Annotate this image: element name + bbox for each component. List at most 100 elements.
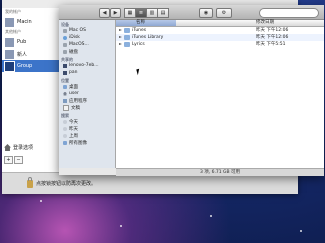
other-users-header: 其他帐户 (5, 29, 21, 34)
sidebar-item-label: user (69, 91, 79, 96)
sidebar-item-shared[interactable]: lenovo-7eb... (59, 62, 115, 69)
finder-sidebar: 设备 Mac OS iDisk MacOS... 磁盘 共享的 lenovo-7… (59, 20, 116, 168)
folder-icon (124, 35, 130, 40)
account-picture (4, 36, 15, 48)
account-picture (4, 48, 15, 60)
star (120, 225, 122, 227)
home-icon (63, 91, 67, 96)
account-name: 新人 (17, 51, 28, 58)
documents-icon (63, 104, 69, 111)
sidebar-item-label: 所有图像 (69, 140, 87, 146)
remove-account-button[interactable]: − (14, 156, 23, 164)
clock-icon (63, 133, 67, 138)
sidebar-item-search[interactable]: 今天 (59, 118, 115, 125)
devices-header: 设备 (61, 22, 69, 27)
sidebar-item-label: 应用程序 (69, 98, 87, 104)
sidebar-item-shared[interactable]: pan (59, 69, 115, 76)
shared-header: 共享的 (61, 57, 73, 62)
star (40, 200, 42, 202)
back-button[interactable]: ◀ (99, 8, 110, 18)
account-name: Group (17, 63, 33, 69)
login-options-item[interactable]: 登录选项 (4, 144, 33, 151)
disk-icon (63, 49, 67, 54)
applications-icon (63, 98, 67, 103)
file-modified: 昨天 下午5:51 (256, 42, 286, 47)
lock-icon[interactable] (27, 176, 33, 188)
computer-icon (63, 70, 67, 75)
account-row[interactable]: Pub (2, 36, 60, 48)
file-list: 名称 修改日期 iTunes 昨天 下午12:06 iTunes Library… (116, 20, 324, 168)
sidebar-item-label: MacOS... (69, 42, 89, 47)
name-column-sorted[interactable] (116, 20, 176, 26)
account-row[interactable]: Macin (2, 16, 60, 28)
folder-icon (124, 28, 130, 33)
sidebar-item-device[interactable]: 磁盘 (59, 48, 115, 55)
folder-icon (124, 42, 130, 47)
sidebar-item-label: 昨天 (69, 126, 78, 132)
disclosure-triangle-icon[interactable] (119, 36, 122, 38)
smart-folder-icon (63, 140, 67, 145)
file-browser-dialog: ◀ ▶ ▦ ≡ ▥ ▤ ◉ ⚙ 设备 Mac OS iDisk MacOS...… (59, 5, 324, 176)
status-bar: 3 项, 6.71 GB 可用 (116, 168, 324, 176)
action-gear-button[interactable]: ⚙ (216, 8, 232, 18)
account-name: Macin (17, 19, 32, 25)
sidebar-item-label: 上周 (69, 133, 78, 139)
accounts-list: 我的帐户 Macin 其他帐户 Pub 新人 Group 登录选项 + − (2, 8, 61, 173)
sidebar-item-place[interactable]: 文稿 (59, 104, 115, 111)
disclosure-triangle-icon[interactable] (119, 43, 122, 45)
coverflow-view-button[interactable]: ▤ (157, 8, 169, 18)
sidebar-item-search[interactable]: 上周 (59, 132, 115, 139)
file-name: Lyrics (132, 42, 145, 47)
table-row[interactable]: iTunes Library 昨天 下午12:06 (116, 34, 324, 41)
sidebar-item-label: lenovo-7eb... (69, 63, 99, 68)
computer-icon (63, 63, 67, 68)
table-row[interactable]: Lyrics 昨天 下午5:51 (116, 41, 324, 48)
desktop-folder-icon (63, 84, 67, 89)
view-switcher: ▦ ≡ ▥ ▤ (124, 8, 169, 18)
file-modified: 昨天 下午12:06 (256, 35, 289, 40)
quick-look-button[interactable]: ◉ (199, 8, 213, 18)
login-options-label: 登录选项 (13, 145, 34, 151)
hard-disk-icon (63, 28, 67, 33)
disclosure-triangle-icon[interactable] (119, 29, 122, 31)
sidebar-item-device[interactable]: Mac OS (59, 27, 115, 34)
add-account-button[interactable]: + (4, 156, 13, 164)
sidebar-item-label: 今天 (69, 119, 78, 125)
star (300, 230, 302, 232)
sidebar-item-label: 文稿 (71, 105, 80, 111)
forward-button[interactable]: ▶ (110, 8, 121, 18)
file-modified: 昨天 下午12:06 (256, 28, 289, 33)
sidebar-item-device[interactable]: iDisk (59, 34, 115, 41)
my-account-header: 我的帐户 (5, 9, 21, 14)
account-row-selected[interactable]: Group (2, 60, 60, 72)
account-name: Pub (17, 39, 27, 45)
star (210, 215, 212, 217)
search-input[interactable] (259, 8, 319, 18)
group-icon (4, 60, 15, 72)
lock-text: 点按锁按钮以防再次更改。 (36, 181, 97, 187)
clock-icon (63, 119, 67, 124)
account-picture (4, 16, 15, 28)
sidebar-item-device[interactable]: MacOS... (59, 41, 115, 48)
sidebar-item-label: pan (69, 70, 78, 75)
home-icon (4, 144, 11, 151)
modified-column-header[interactable]: 修改日期 (256, 20, 274, 26)
account-row[interactable]: 新人 (2, 48, 60, 60)
toolbar: ◀ ▶ ▦ ≡ ▥ ▤ ◉ ⚙ (59, 5, 324, 20)
column-header: 名称 修改日期 (116, 20, 324, 27)
name-column-header[interactable]: 名称 (136, 20, 145, 26)
sidebar-item-label: 桌面 (69, 84, 78, 90)
sidebar-item-search[interactable]: 昨天 (59, 125, 115, 132)
file-name: iTunes (132, 28, 147, 33)
places-header: 位置 (61, 78, 69, 83)
sidebar-item-place[interactable]: user (59, 90, 115, 97)
hard-disk-icon (63, 42, 67, 47)
sidebar-item-place[interactable]: 应用程序 (59, 97, 115, 104)
file-name: iTunes Library (132, 35, 164, 40)
idisk-icon (63, 35, 67, 40)
sidebar-item-label: Mac OS (69, 28, 86, 33)
sidebar-item-place[interactable]: 桌面 (59, 83, 115, 90)
clock-icon (63, 126, 67, 131)
table-row[interactable]: iTunes 昨天 下午12:06 (116, 27, 324, 34)
sidebar-item-search[interactable]: 所有图像 (59, 139, 115, 146)
